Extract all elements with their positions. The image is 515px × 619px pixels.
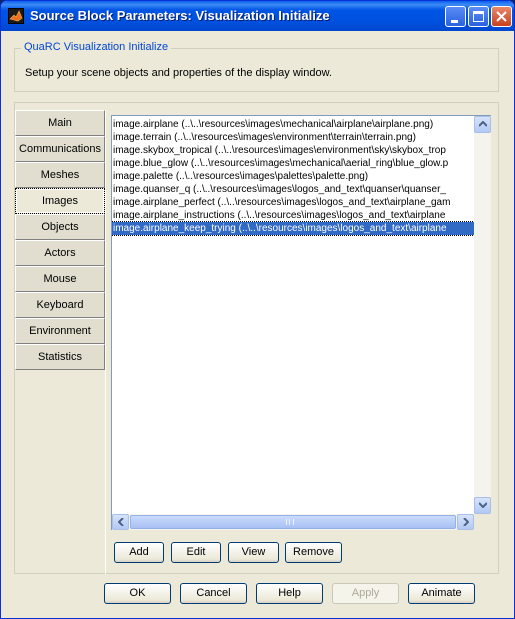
scroll-right-button[interactable] xyxy=(457,514,474,530)
tab-environment[interactable]: Environment xyxy=(15,318,105,344)
tab-images[interactable]: Images xyxy=(15,188,105,214)
tab-keyboard[interactable]: Keyboard xyxy=(15,292,105,318)
description-group-title: QuaRC Visualization Initialize xyxy=(21,41,172,53)
scroll-up-button[interactable] xyxy=(474,116,491,133)
chevron-right-icon xyxy=(462,518,469,526)
view-button[interactable]: View xyxy=(228,542,279,563)
close-icon[interactable] xyxy=(491,6,512,27)
list-item[interactable]: image.skybox_tropical (..\..\resources\i… xyxy=(112,144,474,157)
images-listbox[interactable]: image.airplane (..\..\resources\images\m… xyxy=(111,115,491,530)
tab-statistics[interactable]: Statistics xyxy=(15,344,105,370)
tab-main[interactable]: Main xyxy=(15,110,105,136)
tab-mouse[interactable]: Mouse xyxy=(15,266,105,292)
title-bar[interactable]: Source Block Parameters: Visualization I… xyxy=(1,1,514,31)
list-item[interactable]: image.airplane (..\..\resources\images\m… xyxy=(112,118,474,131)
scrollbar-corner xyxy=(474,514,491,530)
remove-button[interactable]: Remove xyxy=(285,542,342,563)
tab-actors[interactable]: Actors xyxy=(15,240,105,266)
minimize-icon[interactable] xyxy=(445,6,466,27)
window-title: Source Block Parameters: Visualization I… xyxy=(30,8,330,23)
scroll-down-button[interactable] xyxy=(474,497,491,514)
dialog-window: Source Block Parameters: Visualization I… xyxy=(0,0,515,619)
chevron-down-icon xyxy=(478,502,487,508)
add-button[interactable]: Add xyxy=(114,542,164,563)
scroll-left-button[interactable] xyxy=(112,514,129,530)
tab-objects[interactable]: Objects xyxy=(15,214,105,240)
list-item[interactable]: image.terrain (..\..\resources\images\en… xyxy=(112,131,474,144)
scrollbar-thumb[interactable] xyxy=(130,515,456,529)
maximize-icon[interactable] xyxy=(468,6,489,27)
list-item[interactable]: image.palette (..\..\resources\images\pa… xyxy=(112,170,474,183)
tab-communications[interactable]: Communications xyxy=(15,136,105,162)
list-item[interactable]: image.quanser_q (..\..\resources\images\… xyxy=(112,183,474,196)
apply-button[interactable]: Apply xyxy=(332,583,399,604)
images-list: image.airplane (..\..\resources\images\m… xyxy=(112,118,474,510)
cancel-button[interactable]: Cancel xyxy=(180,583,247,604)
list-item[interactable]: image.airplane_perfect (..\..\resources\… xyxy=(112,196,474,209)
edit-button[interactable]: Edit xyxy=(171,542,221,563)
list-item[interactable]: image.blue_glow (..\..\resources\images\… xyxy=(112,157,474,170)
horizontal-scrollbar[interactable] xyxy=(112,514,474,530)
vertical-scrollbar[interactable] xyxy=(474,116,491,514)
tab-list: Main Communications Meshes Images Object… xyxy=(15,110,105,370)
scrollbar-grip-icon xyxy=(286,519,294,525)
list-item[interactable]: image.airplane_instructions (..\..\resou… xyxy=(112,209,474,222)
chevron-left-icon xyxy=(117,518,124,526)
help-button[interactable]: Help xyxy=(256,583,323,604)
tab-meshes[interactable]: Meshes xyxy=(15,162,105,188)
chevron-up-icon xyxy=(478,121,487,127)
list-item-selected[interactable]: image.airplane_keep_trying (..\..\resour… xyxy=(112,221,474,236)
matlab-icon xyxy=(8,8,24,24)
animate-button[interactable]: Animate xyxy=(408,583,475,604)
description-text: Setup your scene objects and properties … xyxy=(25,67,332,79)
ok-button[interactable]: OK xyxy=(104,583,171,604)
